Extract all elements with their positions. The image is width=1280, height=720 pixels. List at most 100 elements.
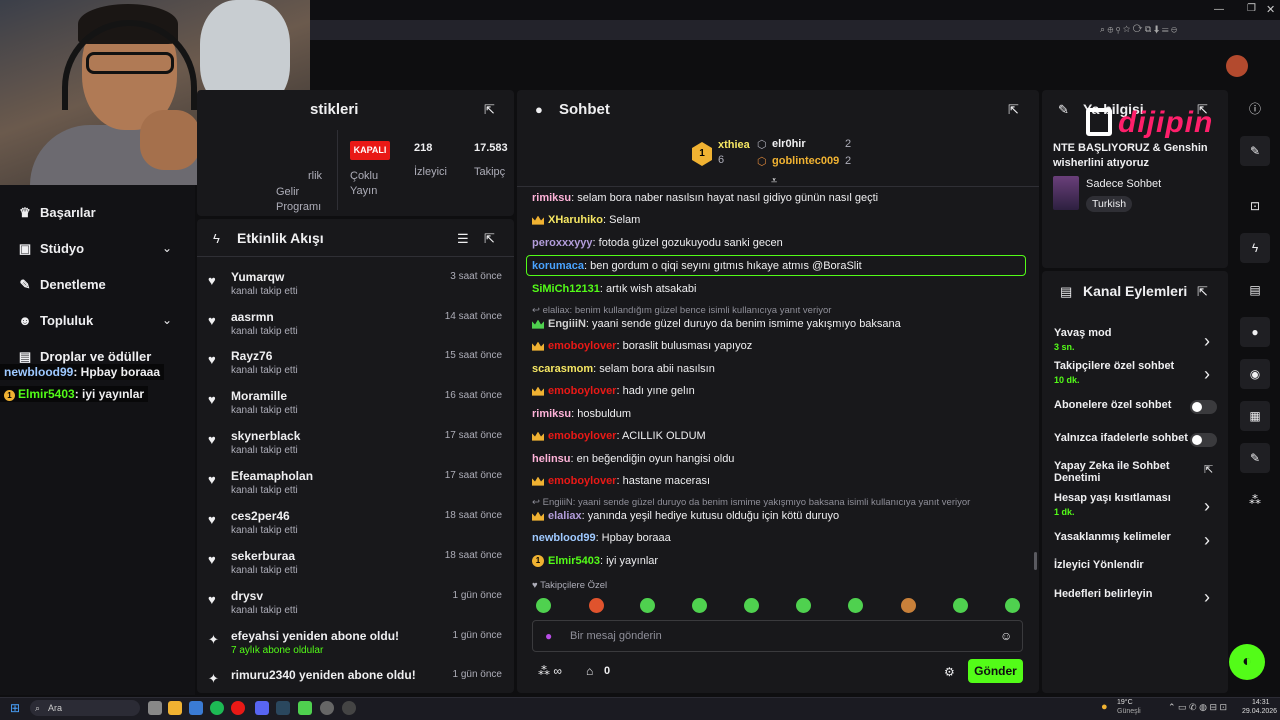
event-name[interactable]: Yumarqw [231,270,284,284]
taskbar-search[interactable]: ⌕ Ara [30,700,140,716]
steam-icon[interactable] [276,701,290,715]
emote-icon[interactable] [1005,598,1020,613]
emote-icon[interactable] [848,598,863,613]
channel-action-label[interactable]: Yasaklanmış kelimeler [1054,531,1171,543]
close-icon[interactable]: ✕ [1266,3,1275,16]
chevron-right-icon[interactable]: › [1204,587,1210,608]
event-name[interactable]: rimuru2340 yeniden abone oldu! [231,668,416,682]
event-name[interactable]: ces2per46 [231,509,290,523]
channel-action-label[interactable]: Yapay Zeka ile Sohbet Denetimi [1054,460,1174,484]
chat-username[interactable]: helinsu [532,453,571,465]
sidebar-item-basarilar[interactable]: ♛ Başarılar [18,205,95,221]
send-button[interactable]: Gönder [968,659,1023,683]
wrench-icon[interactable]: ✎ [1240,443,1270,473]
popout-icon[interactable]: ⇱ [1197,284,1208,300]
discord-icon[interactable] [255,701,269,715]
apps-icon[interactable]: ⁂ [1240,485,1270,515]
chat-username[interactable]: elaliax [548,510,582,522]
channel-action-label[interactable]: Abonelere özel sohbet [1054,399,1171,411]
taskview-icon[interactable] [148,701,162,715]
store-icon[interactable]: ⌂ [586,664,593,678]
sidebar-item-droplar[interactable]: ▤ Droplar ve ödüller [18,349,151,365]
leader-name[interactable]: elr0hir [772,138,806,150]
event-name[interactable]: efeyahsi yeniden abone oldu! [231,629,399,643]
event-name[interactable]: Rayz76 [231,349,272,363]
sidebar-item-topluluk[interactable]: ☻ Topluluk [18,313,93,328]
emoji-icon[interactable]: ☺ [1000,629,1012,643]
toggle-switch[interactable] [1190,433,1217,447]
emote-icon[interactable] [796,598,811,613]
support-button[interactable]: ◐ [1229,644,1265,680]
chat-username[interactable]: emoboylover [548,340,616,352]
sidebar-item-denetleme[interactable]: ✎ Denetleme [18,277,106,293]
minimize-icon[interactable]: — [1214,4,1224,15]
event-name[interactable]: aasrmn [231,310,274,324]
chat-username[interactable]: newblood99 [532,532,596,544]
chat-username[interactable]: scarasmom [532,363,593,375]
settings-icon[interactable] [320,701,334,715]
chat-username[interactable]: rimiksu [532,408,571,420]
chevron-right-icon[interactable]: › [1204,364,1210,385]
camera-icon[interactable]: ⊡ [1240,191,1270,221]
broadcast-icon[interactable]: ◉ [1240,359,1270,389]
chat-settings-icon[interactable]: ⚙ [944,665,955,679]
bolt-icon[interactable]: ϟ [1240,233,1270,263]
chevron-down-icon[interactable]: ⌄ [162,241,172,255]
chat-scrollbar[interactable] [1034,552,1037,570]
toggle-switch[interactable] [1190,400,1217,414]
event-name[interactable]: skynerblack [231,429,300,443]
emote-icon[interactable] [901,598,916,613]
category-name[interactable]: Sadece Sohbet [1086,178,1161,190]
chat-username[interactable]: emoboylover [548,385,616,397]
event-name[interactable]: sekerburaa [231,549,295,563]
explorer-icon[interactable] [168,701,182,715]
browser-icon[interactable] [189,701,203,715]
emote-icon[interactable] [536,598,551,613]
tray-icons[interactable]: ⌃ ▭ ✆ ◍ ⊟ ⊡ [1168,702,1227,713]
browser-toolbar-icons[interactable]: ⌕ ⊕ ⚲ ☆ ⟳ ⧉ ⬇ ☰ ⊖ [1100,24,1177,35]
edit-icon[interactable]: ✎ [1240,136,1270,166]
obs-icon[interactable] [342,701,356,715]
points-icon[interactable]: ⁂ ∞ [538,664,562,678]
maximize-icon[interactable]: ❐ [1247,3,1256,14]
channel-action-label[interactable]: Hesap yaşı kısıtlaması [1054,492,1171,504]
chat-username[interactable]: korumaca [532,260,584,272]
external-link-icon[interactable]: ⇱ [1204,463,1213,476]
windows-start-icon[interactable]: ⊞ [10,701,20,715]
channel-action-label[interactable]: Yavaş mod [1054,327,1111,339]
chat-username[interactable]: emoboylover [548,475,616,487]
emote-icon[interactable] [640,598,655,613]
chat-username[interactable]: XHaruhiko [548,214,603,226]
chat-username[interactable]: peroxxxyyy [532,237,593,249]
chat-icon[interactable]: ● [1240,317,1270,347]
channel-action-label[interactable]: Yalnızca ifadelerle sohbet [1054,432,1188,444]
emote-icon[interactable] [953,598,968,613]
sidebar-item-studyo[interactable]: ▣ Stüdyo [18,241,84,257]
chevron-right-icon[interactable]: › [1204,496,1210,517]
emote-icon[interactable] [744,598,759,613]
event-name[interactable]: Efeamapholan [231,469,313,483]
chat-username[interactable]: EngiiiN [548,318,586,330]
leader-name[interactable]: goblintec009 [772,155,839,167]
layout-icon[interactable]: ▦ [1240,401,1270,431]
filter-icon[interactable]: ☰ [457,231,469,247]
channel-action-label[interactable]: İzleyici Yönlendir [1054,559,1144,571]
chat-input-box[interactable]: ● Bir mesaj gönderin ☺ [532,620,1023,652]
popout-icon[interactable]: ⇱ [1008,102,1019,118]
emote-icon[interactable] [692,598,707,613]
leader-name[interactable]: xthiea [718,139,750,151]
chat-username[interactable]: rimiksu [532,192,571,204]
chat-username[interactable]: SiMiCh12131 [532,283,600,295]
opera-icon[interactable] [231,701,245,715]
chevron-right-icon[interactable]: › [1204,530,1210,551]
app-icon[interactable] [298,701,312,715]
avatar[interactable] [1226,55,1248,77]
chat-username[interactable]: emoboylover [548,430,616,442]
browser-address-bar[interactable]: ⌕ ⊕ ⚲ ☆ ⟳ ⧉ ⬇ ☰ ⊖ [300,20,1280,40]
emote-icon[interactable] [589,598,604,613]
event-name[interactable]: Moramille [231,389,287,403]
chat-username[interactable]: Elmir5403 [548,555,600,567]
spotify-icon[interactable] [210,701,224,715]
popout-icon[interactable]: ⇱ [484,102,495,118]
info-icon[interactable]: ⓘ [1240,94,1270,124]
